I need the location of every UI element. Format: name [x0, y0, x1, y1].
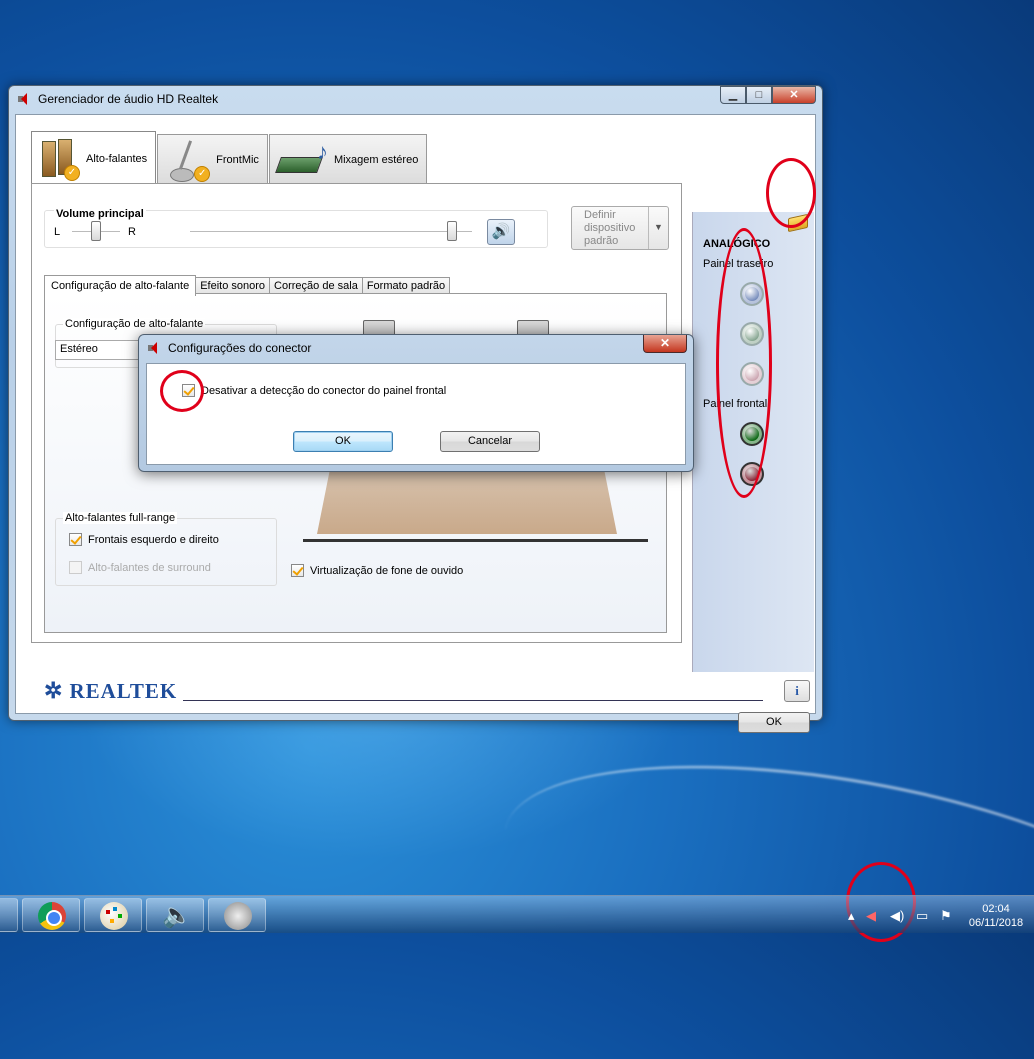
disable-front-jack-detection-checkbox[interactable]: Desativar a detecção do conector do pain…: [182, 384, 446, 397]
dialog-title: Configurações do conector: [147, 341, 311, 355]
front-full-range-label: Frontais esquerdo e direito: [88, 533, 219, 546]
window-title-text: Gerenciador de áudio HD Realtek: [38, 92, 219, 106]
taskbar-realtek-audio[interactable]: 🔈: [146, 898, 204, 932]
window-title: Gerenciador de áudio HD Realtek: [17, 92, 218, 106]
realtek-crab-icon: ✲: [44, 678, 64, 703]
sound-recorder-icon: [224, 902, 252, 930]
full-range-title: Alto-falantes full-range: [63, 512, 178, 524]
dialog-title-text: Configurações do conector: [168, 341, 312, 355]
tab-stereo-mix[interactable]: Mixagem estéreo: [268, 134, 428, 184]
tab-speakers-label: Alto-falantes: [86, 152, 148, 165]
taskbar-chrome[interactable]: [22, 898, 80, 932]
minimize-button[interactable]: ▁: [720, 86, 746, 104]
clock-date: 06/11/2018: [968, 917, 1024, 929]
clock-time: 02:04: [982, 903, 1010, 915]
device-tabs: ✓ Alto-falantes ✓ FrontMic Mixagem estér…: [31, 130, 428, 185]
taskbar-sound-recorder[interactable]: [208, 898, 266, 932]
realtek-brand-text: REALTEK: [69, 678, 178, 703]
surround-full-range-label: Alto-falantes de surround: [88, 561, 211, 574]
dialog-speaker-icon: [147, 341, 163, 355]
annotation-ring-jacks: [716, 228, 772, 498]
paint-icon: [100, 902, 128, 930]
action-center-icon[interactable]: ⚑: [940, 908, 952, 924]
sub-tabs: Configuração de alto-falante Efeito sono…: [44, 274, 451, 296]
dialog-client: Desativar a detecção do conector do pain…: [146, 363, 686, 465]
tab-frontmic[interactable]: ✓ FrontMic: [157, 134, 268, 184]
volume-slider[interactable]: [447, 221, 458, 241]
ok-button[interactable]: OK: [738, 712, 810, 733]
dialog-close-button[interactable]: ✕: [643, 335, 687, 353]
tab-speaker-config[interactable]: Configuração de alto-falante: [44, 275, 197, 296]
info-button[interactable]: i: [784, 680, 810, 702]
taskbar-clock[interactable]: 02:04 06/11/2018: [964, 902, 1028, 930]
mute-speaker-icon[interactable]: ◀: [866, 908, 876, 924]
speaker-icon: [17, 92, 33, 106]
realtek-logo: ✲ REALTEK: [44, 678, 177, 704]
show-hidden-icon[interactable]: ▴: [848, 908, 855, 924]
annotation-ring-checkbox: [160, 370, 204, 412]
volume-icon: 🔊: [491, 223, 511, 240]
room-floor-edge: [303, 539, 648, 542]
start-button[interactable]: [0, 898, 18, 932]
front-full-range-box[interactable]: [69, 533, 82, 546]
stereo-mix-icon: [278, 139, 328, 175]
volume-icon[interactable]: ◀): [890, 908, 904, 924]
headphone-virtualization-checkbox[interactable]: Virtualização de fone de ouvido: [291, 564, 463, 577]
chevron-down-icon[interactable]: ▼: [648, 207, 668, 249]
volume-track: [190, 231, 472, 233]
tab-stereo-mix-label: Mixagem estéreo: [333, 153, 419, 166]
realtek-audio-icon: 🔈: [162, 902, 192, 929]
caption-buttons: ▁ □ ✕: [720, 86, 816, 104]
tab-speakers[interactable]: ✓ Alto-falantes: [31, 131, 157, 185]
set-default-device-button[interactable]: Definir dispositivo padrão ▼: [571, 206, 669, 250]
mute-toggle-button[interactable]: 🔊: [487, 219, 515, 245]
disable-front-jack-detection-label: Desativar a detecção do conector do pain…: [201, 384, 447, 397]
speaker-config-title: Configuração de alto-falante: [63, 318, 206, 330]
speakers-icon: ✓: [40, 137, 80, 181]
tab-frontmic-label: FrontMic: [216, 153, 259, 166]
connector-settings-dialog: Configurações do conector ✕ Desativar a …: [138, 334, 694, 472]
network-icon[interactable]: ▭: [916, 908, 928, 924]
front-full-range-checkbox[interactable]: Frontais esquerdo e direito: [69, 533, 219, 546]
headphone-virtualization-label: Virtualização de fone de ouvido: [310, 564, 464, 577]
volume-title: Volume principal: [54, 208, 146, 220]
chrome-icon: [38, 902, 66, 930]
dialog-ok-button[interactable]: OK: [293, 431, 393, 452]
balance-right-label: R: [128, 226, 136, 238]
full-range-group: [55, 518, 277, 586]
headphone-virtualization-box[interactable]: [291, 564, 304, 577]
balance-left-label: L: [54, 226, 61, 238]
annotation-ring-folder: [766, 158, 816, 228]
surround-full-range-checkbox[interactable]: Alto-falantes de surround: [69, 561, 211, 574]
brand-divider: [183, 700, 763, 701]
surround-full-range-box[interactable]: [69, 561, 82, 574]
microphone-icon: ✓: [166, 138, 211, 182]
close-button[interactable]: ✕: [772, 86, 816, 104]
taskbar-paint[interactable]: [84, 898, 142, 932]
balance-slider[interactable]: [91, 221, 101, 241]
maximize-button[interactable]: □: [746, 86, 772, 104]
taskbar: 🔈 ▴ ◀ ◀) ▭ ⚑ 02:04 06/11/2018: [0, 895, 1034, 933]
dialog-cancel-button[interactable]: Cancelar: [440, 431, 540, 452]
